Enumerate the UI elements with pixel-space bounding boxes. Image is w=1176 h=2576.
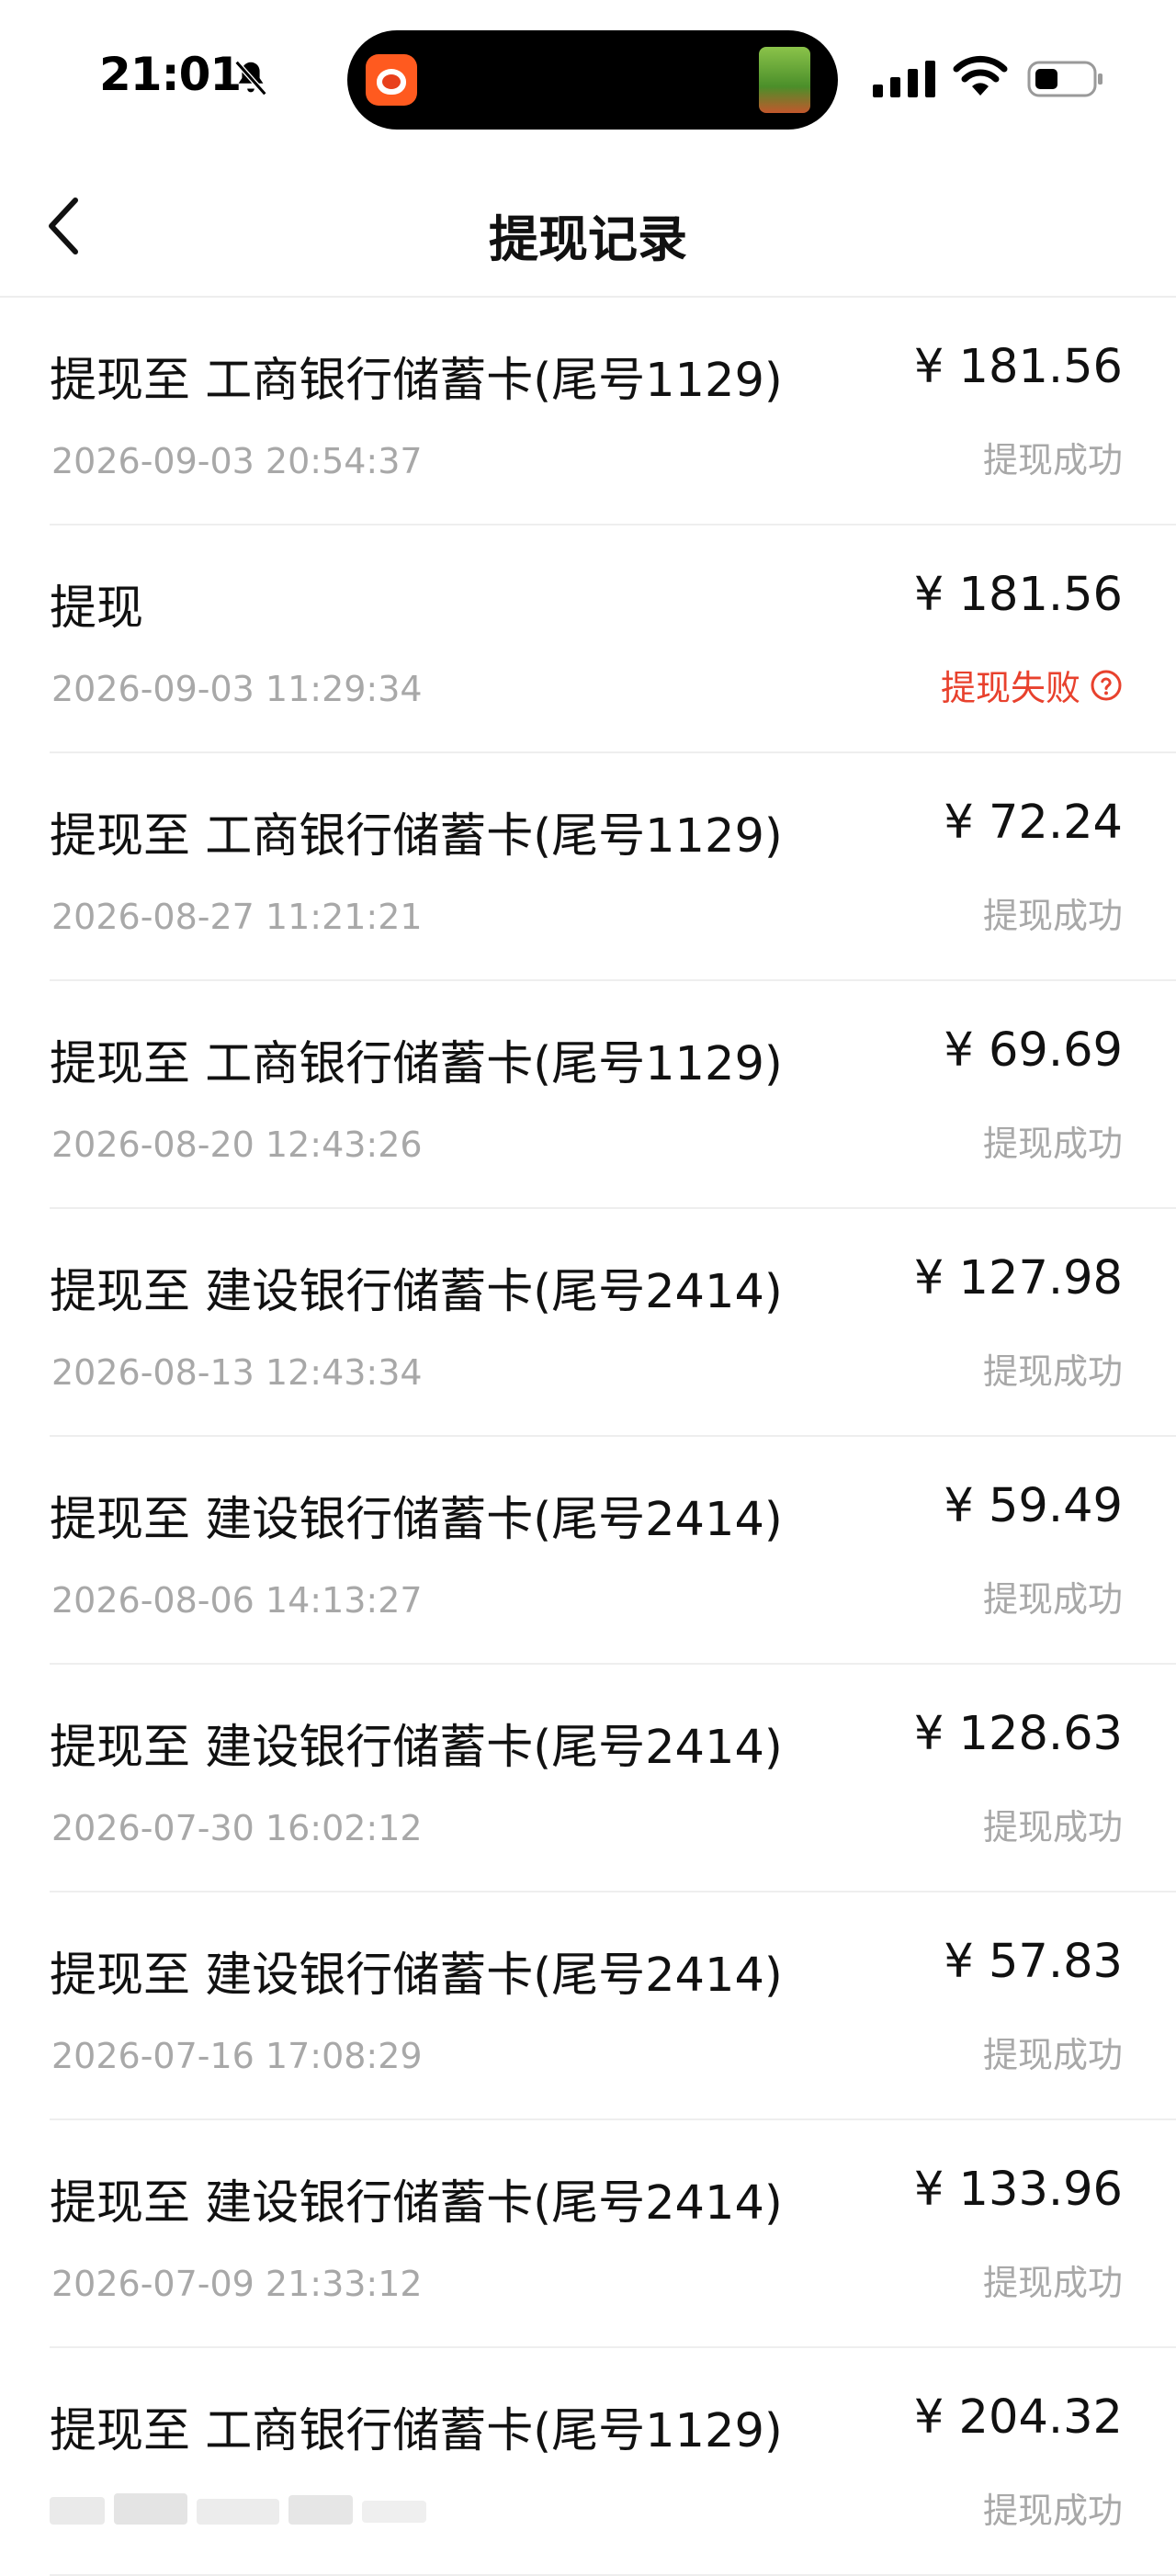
navigation-bar: 提现记录: [0, 156, 1176, 298]
record-status: 提现成功: [982, 440, 1123, 480]
record-title: 提现至 建设银行储蓄卡(尾号2414): [50, 2176, 783, 2231]
list-item[interactable]: 提现 2026-09-03 11:29:34 ¥ 181.56 提现失败: [0, 525, 1176, 753]
record-amount: ¥ 204.32: [913, 2390, 1123, 2445]
list-item[interactable]: 提现至 建设银行储蓄卡(尾号2414) 2026-08-06 14:13:27 …: [0, 1437, 1176, 1665]
record-status-failed: 提现失败: [941, 660, 1123, 710]
status-bar: 21:01: [0, 0, 1176, 156]
list-item[interactable]: 提现至 建设银行储蓄卡(尾号2414) 2026-08-13 12:43:34 …: [0, 1209, 1176, 1437]
record-title: 提现至 建设银行储蓄卡(尾号2414): [50, 1721, 783, 1775]
record-amount: ¥ 133.96: [913, 2163, 1123, 2217]
record-title: 提现至 工商银行储蓄卡(尾号1129): [50, 2404, 783, 2458]
record-time: 2026-08-27 11:21:21: [51, 897, 423, 937]
list-item[interactable]: 提现至 工商银行储蓄卡(尾号1129) ¥ 204.32 提现成功: [0, 2348, 1176, 2576]
list-item[interactable]: 提现至 建设银行储蓄卡(尾号2414) 2026-07-30 16:02:12 …: [0, 1665, 1176, 1892]
record-time: 2026-09-03 20:54:37: [51, 441, 423, 481]
record-status: 提现成功: [982, 2263, 1123, 2303]
record-status: 提现成功: [982, 2491, 1123, 2531]
record-time: 2026-09-03 11:29:34: [51, 669, 423, 709]
record-status: 提现成功: [982, 1807, 1123, 1847]
record-title: 提现至 建设银行储蓄卡(尾号2414): [50, 1949, 783, 2003]
withdrawal-record-list: 提现至 工商银行储蓄卡(尾号1129) 2026-09-03 20:54:37 …: [0, 298, 1176, 2576]
record-status-label: 提现失败: [940, 668, 1080, 708]
bell-slash-icon: [234, 60, 267, 96]
record-amount: ¥ 72.24: [944, 796, 1123, 850]
blurred-watermark: [50, 2493, 426, 2525]
record-amount: ¥ 181.56: [913, 340, 1123, 394]
game-app-icon: [759, 47, 810, 113]
record-amount: ¥ 57.83: [944, 1935, 1123, 1989]
list-item[interactable]: 提现至 工商银行储蓄卡(尾号1129) 2026-08-20 12:43:26 …: [0, 981, 1176, 1209]
wifi-icon: [953, 55, 1008, 96]
record-title: 提现至 工商银行储蓄卡(尾号1129): [50, 809, 783, 864]
status-time: 21:01: [99, 48, 242, 101]
record-title: 提现至 建设银行储蓄卡(尾号2414): [50, 1493, 783, 1547]
record-title: 提现至 建设银行储蓄卡(尾号2414): [50, 1265, 783, 1319]
record-title: 提现至 工商银行储蓄卡(尾号1129): [50, 354, 783, 408]
record-title: 提现: [50, 582, 144, 636]
record-time: 2026-08-13 12:43:34: [51, 1352, 423, 1393]
question-circle-icon[interactable]: [1090, 669, 1123, 702]
record-time: 2026-07-16 17:08:29: [51, 2036, 423, 2076]
record-amount: ¥ 181.56: [913, 568, 1123, 622]
record-time: 2026-08-06 14:13:27: [51, 1580, 423, 1621]
list-item[interactable]: 提现至 建设银行储蓄卡(尾号2414) 2026-07-16 17:08:29 …: [0, 1892, 1176, 2120]
record-status: 提现成功: [982, 1351, 1123, 1392]
record-status: 提现成功: [982, 896, 1123, 936]
record-status: 提现成功: [982, 2035, 1123, 2075]
record-amount: ¥ 69.69: [944, 1023, 1123, 1078]
record-amount: ¥ 59.49: [944, 1479, 1123, 1533]
battery-icon: [1027, 61, 1102, 97]
record-amount: ¥ 127.98: [913, 1251, 1123, 1305]
record-time: 2026-08-20 12:43:26: [51, 1124, 423, 1165]
list-item[interactable]: 提现至 建设银行储蓄卡(尾号2414) 2026-07-09 21:33:12 …: [0, 2120, 1176, 2348]
signal-bars-icon: [873, 61, 935, 97]
record-time: 2026-07-30 16:02:12: [51, 1808, 423, 1848]
record-status: 提现成功: [982, 1579, 1123, 1620]
list-item[interactable]: 提现至 工商银行储蓄卡(尾号1129) 2026-09-03 20:54:37 …: [0, 298, 1176, 525]
record-amount: ¥ 128.63: [913, 1707, 1123, 1761]
list-item[interactable]: 提现至 工商银行储蓄卡(尾号1129) 2026-08-27 11:21:21 …: [0, 753, 1176, 981]
dynamic-island: [347, 30, 838, 130]
tomato-app-icon: [366, 54, 417, 106]
record-status: 提现成功: [982, 1124, 1123, 1164]
page-title: 提现记录: [489, 210, 687, 268]
record-title: 提现至 工商银行储蓄卡(尾号1129): [50, 1037, 783, 1091]
record-time: 2026-07-09 21:33:12: [51, 2264, 423, 2304]
